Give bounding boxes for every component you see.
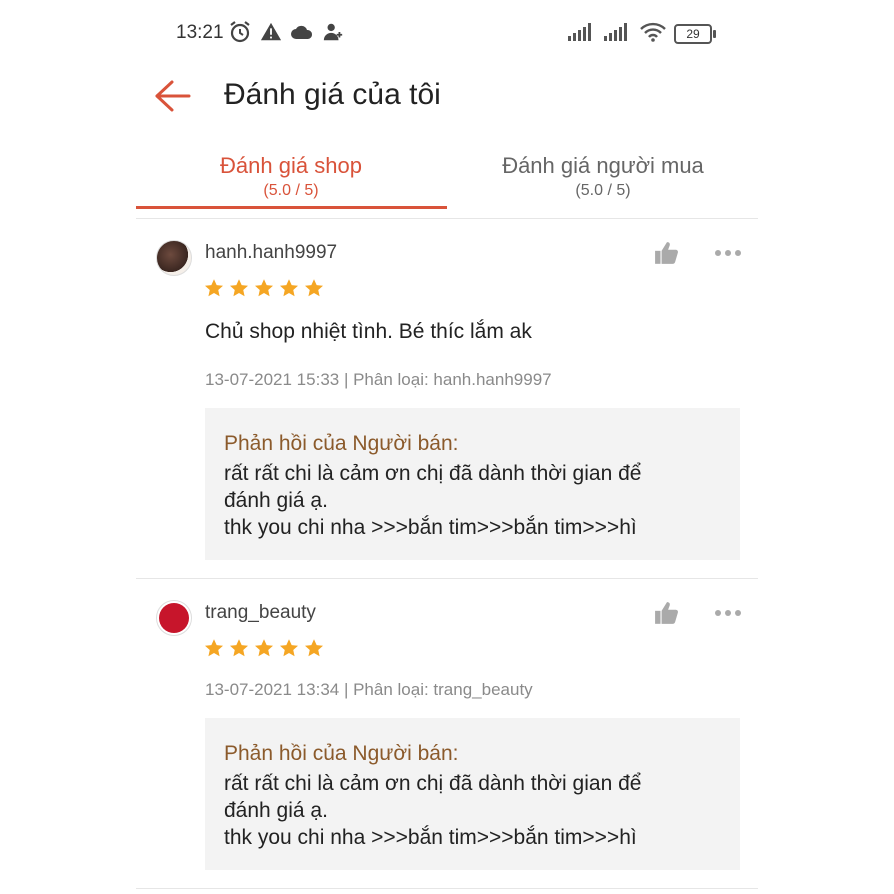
signal-icon xyxy=(568,22,596,46)
review-comment: Chủ shop nhiệt tình. Bé thíc lắm ak xyxy=(205,320,532,343)
avatar-logo xyxy=(159,603,189,633)
star-icon xyxy=(255,639,273,657)
star-icon xyxy=(205,639,223,657)
tab-label: Đánh giá người mua xyxy=(502,153,704,178)
tab-indicator xyxy=(136,206,447,209)
seller-reply: Phản hồi của Người bán: rất rất chi là c… xyxy=(205,408,740,560)
avatar[interactable] xyxy=(156,240,192,276)
tab-rating: (5.0 / 5) xyxy=(263,182,319,199)
arrow-left-icon xyxy=(152,80,192,118)
reply-text: rất rất chi là cảm ơn chị đã dành thời g… xyxy=(224,772,642,849)
avatar[interactable] xyxy=(156,600,192,636)
like-button[interactable] xyxy=(654,600,680,631)
tab-label: Đánh giá shop xyxy=(220,153,362,178)
divider xyxy=(136,888,758,889)
star-icon xyxy=(205,279,223,297)
tab-buyer-reviews[interactable]: Đánh giá người mua (5.0 / 5) xyxy=(453,152,753,202)
battery-icon: 29 xyxy=(674,24,716,44)
more-options-button[interactable] xyxy=(714,242,742,269)
thumbs-up-icon xyxy=(654,602,680,630)
review-meta: 13-07-2021 13:34 | Phân loại: trang_beau… xyxy=(205,680,533,699)
review-username[interactable]: hanh.hanh9997 xyxy=(205,242,337,264)
star-icon xyxy=(255,279,273,297)
more-dots-icon xyxy=(714,250,742,268)
status-icons-left xyxy=(228,20,344,49)
review-meta: 13-07-2021 15:33 | Phân loại: hanh.hanh9… xyxy=(205,370,552,389)
tab-rating: (5.0 / 5) xyxy=(575,182,631,199)
thumbs-up-icon xyxy=(654,242,680,270)
star-icon xyxy=(280,279,298,297)
star-rating xyxy=(204,638,324,658)
reply-title: Phản hồi của Người bán: xyxy=(224,742,459,765)
divider xyxy=(136,578,758,579)
more-dots-icon xyxy=(714,610,742,628)
reply-text: rất rất chi là cảm ơn chị đã dành thời g… xyxy=(224,462,642,539)
star-icon xyxy=(230,639,248,657)
star-rating xyxy=(204,278,324,298)
warning-icon xyxy=(260,21,282,48)
more-options-button[interactable] xyxy=(714,602,742,629)
back-button[interactable] xyxy=(152,78,196,116)
alarm-icon xyxy=(228,20,252,49)
cloud-icon xyxy=(290,21,314,48)
wifi-icon xyxy=(640,22,666,47)
like-button[interactable] xyxy=(654,240,680,271)
page-title: Đánh giá của tôi xyxy=(224,78,441,111)
tab-shop-reviews[interactable]: Đánh giá shop (5.0 / 5) xyxy=(141,152,441,202)
divider xyxy=(136,218,758,219)
status-icons-right: 29 xyxy=(568,22,716,47)
add-person-icon xyxy=(322,21,344,48)
status-time: 13:21 xyxy=(176,22,224,43)
star-icon xyxy=(280,639,298,657)
reply-title: Phản hồi của Người bán: xyxy=(224,432,459,455)
star-icon xyxy=(305,279,323,297)
star-icon xyxy=(305,639,323,657)
review-username[interactable]: trang_beauty xyxy=(205,602,316,624)
seller-reply: Phản hồi của Người bán: rất rất chi là c… xyxy=(205,718,740,870)
signal-icon xyxy=(604,22,632,46)
star-icon xyxy=(230,279,248,297)
